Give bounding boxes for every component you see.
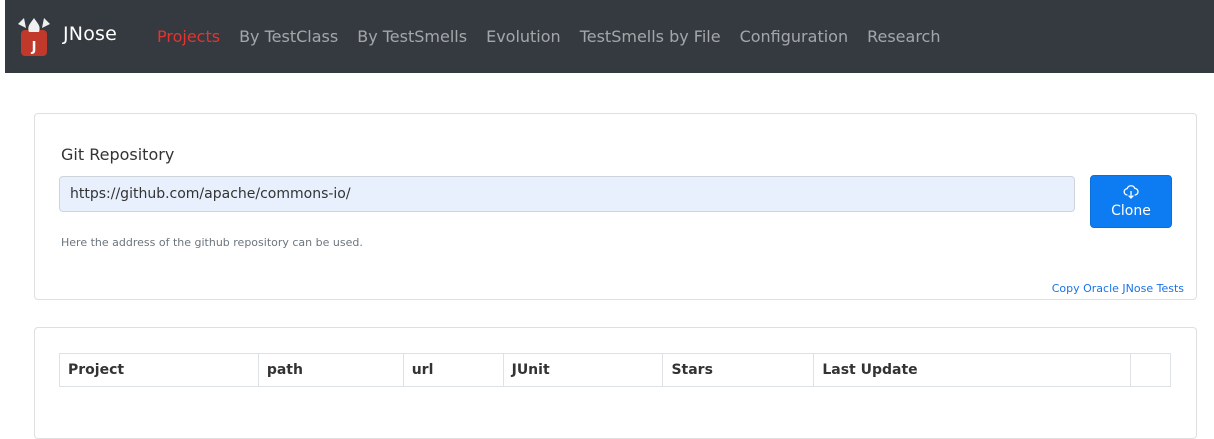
column-header-project[interactable]: Project bbox=[59, 353, 259, 387]
nav-item-by-testclass[interactable]: By TestClass bbox=[239, 27, 338, 46]
nav-item-configuration[interactable]: Configuration bbox=[740, 27, 849, 46]
repository-url-input[interactable] bbox=[59, 176, 1075, 212]
brand-name[interactable]: JNose bbox=[63, 23, 117, 45]
projects-table: Project path url JUnit Stars Last Update bbox=[59, 353, 1171, 387]
cloud-download-icon bbox=[1123, 185, 1139, 199]
repository-help-text: Here the address of the github repositor… bbox=[61, 236, 363, 249]
clone-button[interactable]: Clone bbox=[1090, 175, 1172, 228]
top-navbar: J JNose Projects By TestClass By TestSme… bbox=[5, 0, 1214, 73]
nav-item-projects[interactable]: Projects bbox=[157, 27, 220, 46]
column-header-actions bbox=[1130, 353, 1171, 387]
copy-oracle-tests-link[interactable]: Copy Oracle JNose Tests bbox=[1052, 282, 1184, 295]
git-repository-label: Git Repository bbox=[61, 145, 175, 164]
column-header-junit[interactable]: JUnit bbox=[502, 353, 663, 387]
column-header-last-update[interactable]: Last Update bbox=[813, 353, 1131, 387]
nav-item-research[interactable]: Research bbox=[867, 27, 940, 46]
nav-item-by-testsmells[interactable]: By TestSmells bbox=[357, 27, 467, 46]
column-header-url[interactable]: url bbox=[402, 353, 504, 387]
clone-button-label: Clone bbox=[1111, 203, 1151, 219]
nav-item-testsmells-by-file[interactable]: TestSmells by File bbox=[580, 27, 721, 46]
column-header-path[interactable]: path bbox=[257, 353, 404, 387]
nav-item-evolution[interactable]: Evolution bbox=[486, 27, 561, 46]
jnose-logo-icon[interactable]: J bbox=[14, 14, 54, 58]
column-header-stars[interactable]: Stars bbox=[662, 353, 814, 387]
table-header-row: Project path url JUnit Stars Last Update bbox=[59, 353, 1171, 387]
nav-links: Projects By TestClass By TestSmells Evol… bbox=[157, 27, 959, 46]
svg-text:J: J bbox=[31, 40, 37, 55]
projects-card: Project path url JUnit Stars Last Update bbox=[34, 327, 1197, 439]
repository-card: Git Repository Clone Here the address of… bbox=[34, 113, 1197, 300]
